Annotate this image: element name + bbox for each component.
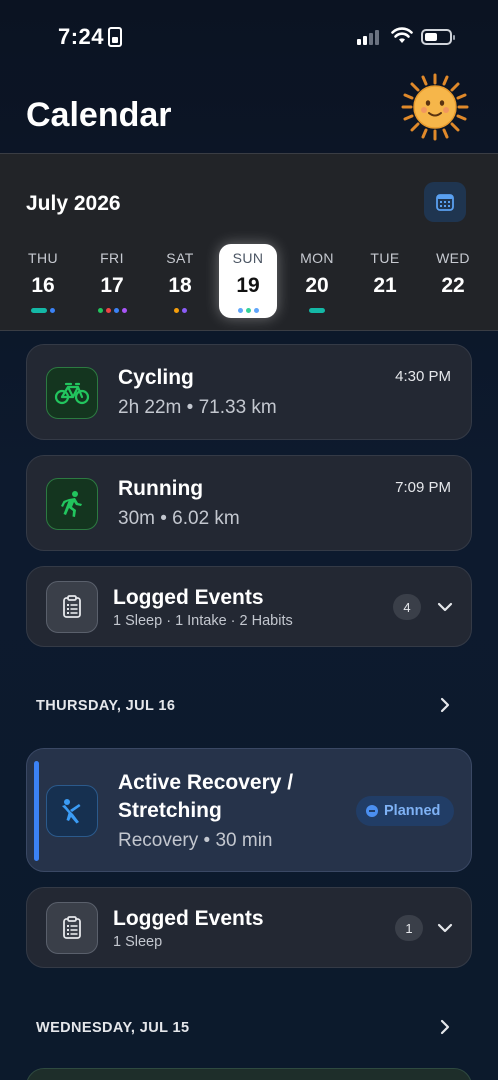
logged-events-tile <box>46 581 98 633</box>
running-icon <box>61 491 82 517</box>
clipboard-icon <box>63 916 81 939</box>
day-sun-19-selected[interactable]: SUN 19 <box>219 244 277 318</box>
status-time: 7:24 <box>58 24 105 49</box>
chevron-right-icon[interactable] <box>438 1019 452 1035</box>
day-of-week: SUN <box>232 250 264 266</box>
activity-card-partial[interactable] <box>26 1068 472 1080</box>
day-wed-22[interactable]: WED 22 <box>424 242 482 316</box>
cellular-signal-icon <box>357 30 379 45</box>
wifi-icon <box>391 27 413 43</box>
logged-events-title: Logged Events <box>113 907 264 930</box>
activity-title: Running <box>118 477 204 500</box>
day-thu-16[interactable]: THU 16 <box>14 242 72 316</box>
section-header-wednesday[interactable]: WEDNESDAY, JUL 15 <box>36 1020 189 1036</box>
activity-card-running[interactable]: Running 30m • 6.02 km 7:09 PM <box>26 455 472 551</box>
logged-events-card-today[interactable]: Logged Events 1 Sleep · 1 Intake · 2 Hab… <box>26 566 472 647</box>
logged-events-summary: 1 Sleep · 1 Intake · 2 Habits <box>113 613 293 629</box>
logged-events-count: 4 <box>393 594 421 620</box>
day-tue-21[interactable]: TUE 21 <box>356 242 414 316</box>
day-number: 22 <box>441 274 465 297</box>
month-label: July 2026 <box>26 192 121 215</box>
week-strip: July 2026 THU 16 FRI 17 SAT 18 SUN 19 MO… <box>0 153 498 331</box>
status-bar: 7:24 <box>0 0 498 70</box>
activity-time: 4:30 PM <box>395 368 451 385</box>
sun-avatar-icon[interactable] <box>400 72 470 142</box>
day-number: 21 <box>373 274 397 297</box>
day-of-week: FRI <box>100 250 124 266</box>
clipboard-icon <box>63 595 81 618</box>
day-sat-18[interactable]: SAT 18 <box>151 242 209 316</box>
day-of-week: THU <box>28 250 58 266</box>
chevron-down-icon[interactable] <box>437 601 453 613</box>
planned-title-line1: Active Recovery / <box>118 771 294 794</box>
section-header-thursday[interactable]: THURSDAY, JUL 16 <box>36 698 175 714</box>
day-number: 18 <box>168 274 192 297</box>
logged-events-title: Logged Events <box>113 586 264 609</box>
day-number: 16 <box>31 274 55 297</box>
activity-card-cycling[interactable]: Cycling 2h 22m • 71.33 km 4:30 PM <box>26 344 472 440</box>
running-tile <box>46 478 98 530</box>
calendar-icon <box>436 194 454 211</box>
logged-events-tile <box>46 902 98 954</box>
stretching-icon <box>62 799 81 824</box>
activity-title: Cycling <box>118 366 194 389</box>
cycling-tile <box>46 367 98 419</box>
day-of-week: SAT <box>166 250 194 266</box>
sim-card-icon <box>108 27 122 47</box>
logged-events-card-thursday[interactable]: Logged Events 1 Sleep 1 <box>26 887 472 968</box>
day-fri-17[interactable]: FRI 17 <box>83 242 141 316</box>
stretching-tile <box>46 785 98 837</box>
chevron-right-icon[interactable] <box>438 697 452 713</box>
day-activity-indicators <box>14 307 72 313</box>
activity-details: 30m • 6.02 km <box>118 508 240 529</box>
planned-workout-card[interactable]: Active Recovery / Stretching Recovery • … <box>26 748 472 872</box>
day-activity-indicators <box>288 307 346 313</box>
activity-time: 7:09 PM <box>395 479 451 496</box>
logged-events-count: 1 <box>395 915 423 941</box>
bicycle-icon <box>54 382 90 405</box>
planned-details: Recovery • 30 min <box>118 830 273 851</box>
planned-status-badge: Planned <box>356 796 455 826</box>
day-number: 19 <box>236 274 260 297</box>
planned-accent-bar <box>34 761 39 861</box>
day-number: 17 <box>100 274 124 297</box>
planned-status-label: Planned <box>384 803 441 819</box>
chevron-down-icon[interactable] <box>437 922 453 934</box>
calendar-picker-button[interactable] <box>424 182 466 222</box>
planned-title-line2: Stretching <box>118 799 222 822</box>
day-mon-20[interactable]: MON 20 <box>288 242 346 316</box>
planned-status-icon <box>366 805 378 817</box>
day-of-week: TUE <box>370 250 400 266</box>
day-activity-indicators <box>83 307 141 313</box>
day-activity-indicators <box>151 307 209 313</box>
day-number: 20 <box>305 274 329 297</box>
page-title: Calendar <box>26 96 172 134</box>
battery-icon <box>421 29 455 45</box>
logged-events-summary: 1 Sleep <box>113 934 163 950</box>
day-of-week: WED <box>436 250 470 266</box>
day-activity-indicators <box>219 307 277 313</box>
day-of-week: MON <box>300 250 334 266</box>
activity-details: 2h 22m • 71.33 km <box>118 397 277 418</box>
